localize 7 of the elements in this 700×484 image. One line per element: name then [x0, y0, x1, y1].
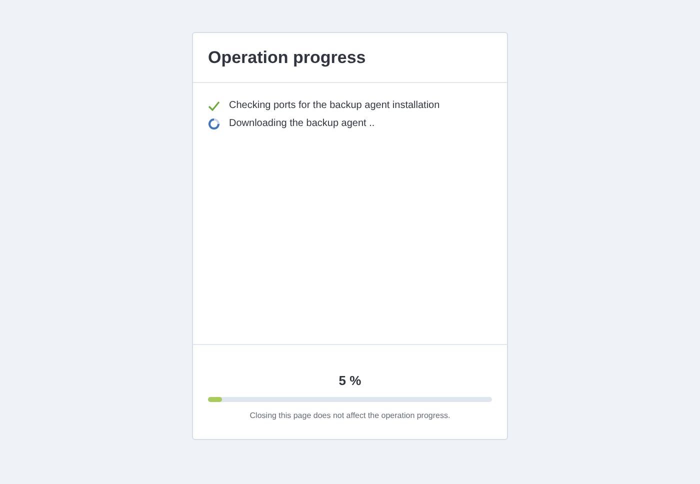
check-icon: [208, 100, 220, 110]
progress-note: Closing this page does not affect the operation progress.: [250, 411, 450, 420]
spinner-icon: [208, 118, 220, 130]
step-label: Checking ports for the backup agent installation: [229, 100, 440, 111]
dialog-title: Operation progress: [208, 48, 366, 68]
step-label: Downloading the backup agent ..: [229, 118, 375, 129]
progress-percent: 5 %: [338, 373, 362, 388]
